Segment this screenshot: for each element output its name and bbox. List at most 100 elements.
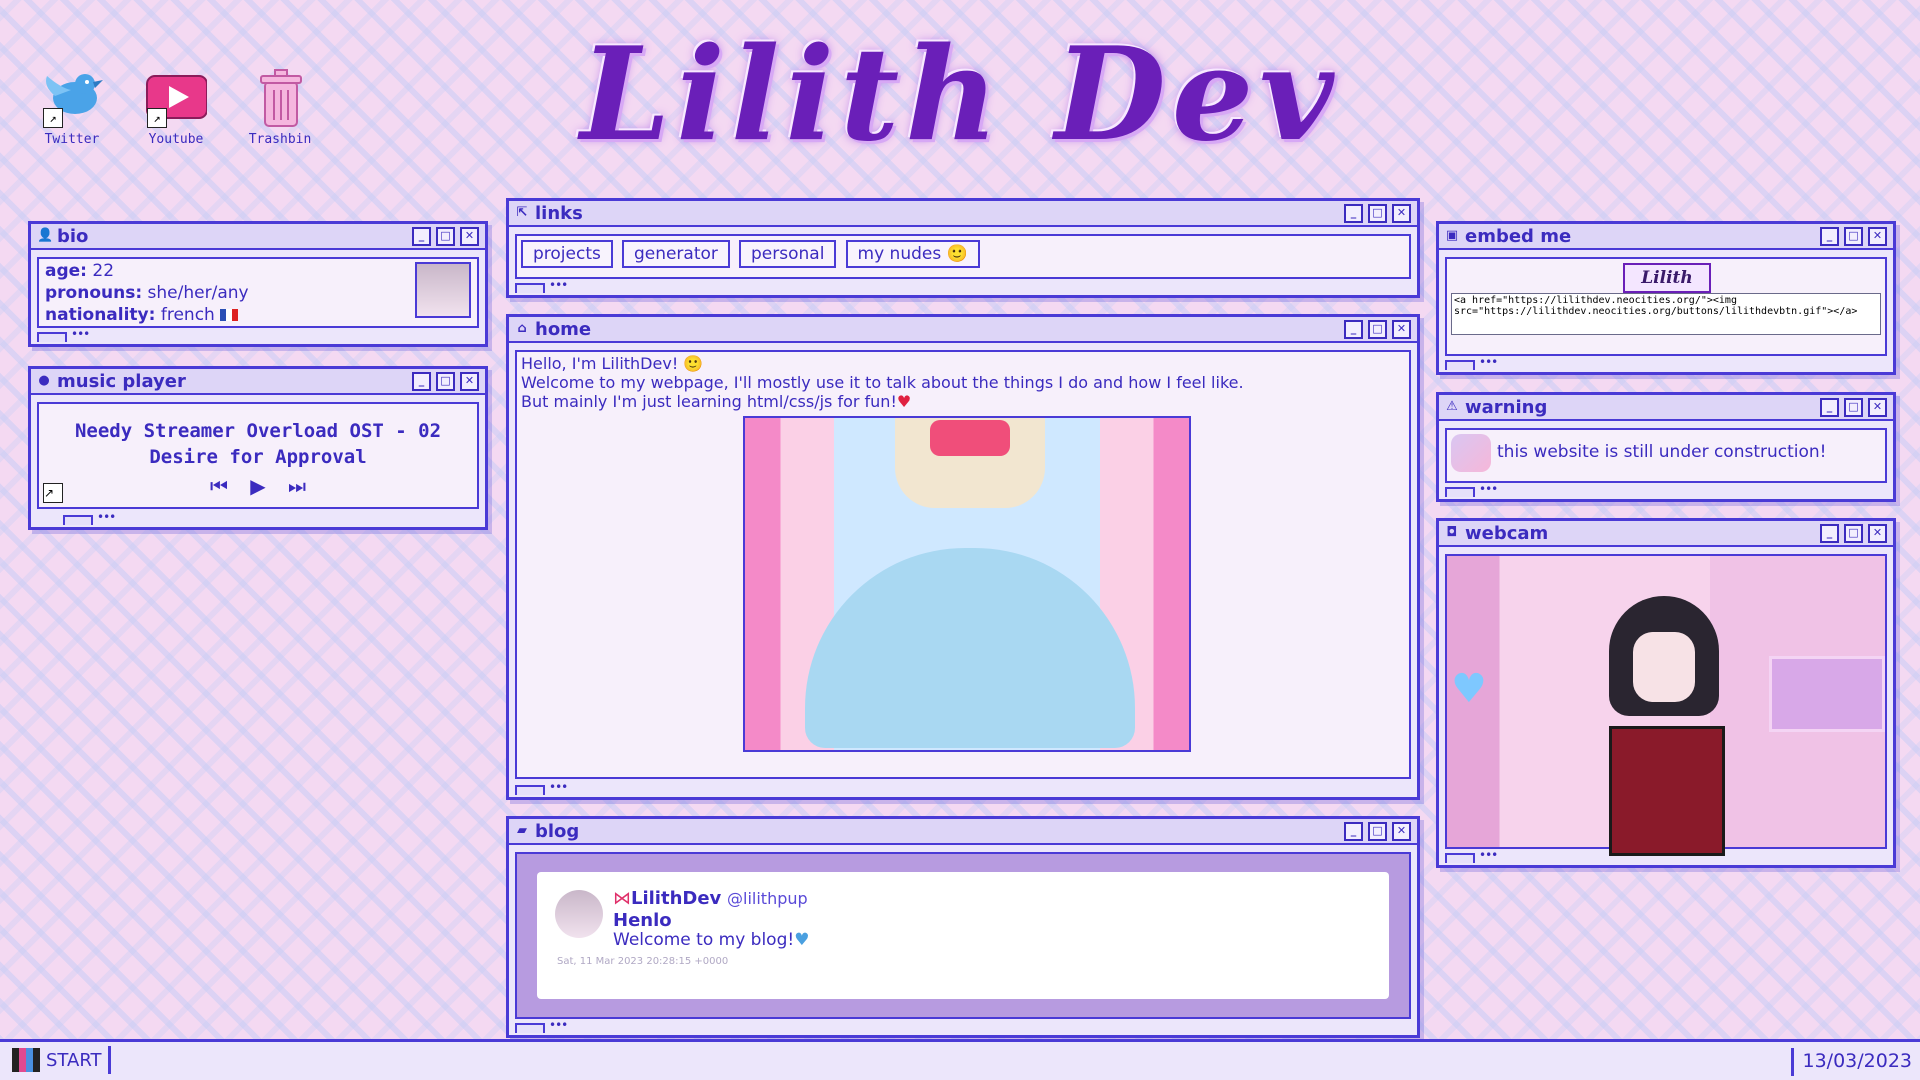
disc-icon: ● — [38, 373, 50, 388]
blog-window: ▰ blog _ □ ✕ ⋈LilithDev @lilithpup Henlo… — [506, 816, 1420, 1038]
blog-title: blog — [535, 820, 580, 842]
construction-sticker-icon — [1451, 434, 1491, 472]
webcam-titlebar[interactable]: ◘ webcam _ □ ✕ — [1439, 521, 1893, 547]
blog-author-line: ⋈LilithDev @lilithpup — [613, 888, 808, 909]
blog-post-body: Welcome to my blog!♥ — [613, 930, 810, 950]
maximize-button[interactable]: □ — [1844, 226, 1863, 246]
blog-timestamp: Sat, 11 Mar 2023 20:28:15 +0000 — [557, 956, 729, 967]
resize-tab[interactable] — [37, 327, 89, 342]
next-icon[interactable]: ⏭ — [288, 474, 306, 498]
bio-title: bio — [57, 225, 89, 247]
anime-artwork — [743, 416, 1191, 752]
music-title: music player — [57, 370, 186, 392]
resize-tab[interactable] — [1445, 355, 1497, 370]
link-generator[interactable]: generator — [621, 240, 730, 268]
maximize-button[interactable]: □ — [1368, 203, 1387, 223]
start-logo-icon — [12, 1048, 40, 1072]
links-title: links — [535, 202, 583, 224]
home-window: ⌂ home _ □ ✕ Hello, I'm LilithDev! 🙂 Wel… — [506, 314, 1420, 800]
heart-icon: ♥ — [794, 930, 810, 950]
close-button[interactable]: ✕ — [460, 371, 479, 391]
close-button[interactable]: ✕ — [460, 226, 479, 246]
bio-body: age: 22 pronouns: she/her/any nationalit… — [37, 257, 479, 328]
close-button[interactable]: ✕ — [1868, 397, 1887, 417]
site-button[interactable]: Lilith — [1623, 263, 1711, 293]
music-titlebar[interactable]: ● music player _ □ ✕ — [31, 369, 485, 395]
minimize-button[interactable]: _ — [412, 226, 431, 246]
maximize-button[interactable]: □ — [1844, 523, 1863, 543]
bio-pronouns: pronouns: she/her/any — [45, 283, 249, 303]
blog-post-card[interactable]: ⋈LilithDev @lilithpup Henlo Welcome to m… — [537, 872, 1389, 999]
home-titlebar[interactable]: ⌂ home _ □ ✕ — [509, 317, 1417, 343]
monitor-icon — [1769, 656, 1885, 732]
link-my-nudes[interactable]: my nudes 🙂 — [845, 240, 980, 268]
taskbar: START 13/03/2023 — [0, 1039, 1920, 1080]
home-title: home — [535, 318, 592, 340]
embed-code-textarea[interactable]: <a href="https://lilithdev.neocities.org… — [1451, 293, 1881, 335]
minimize-button[interactable]: _ — [1344, 203, 1363, 223]
play-icon[interactable]: ▶ — [250, 474, 265, 498]
heart-balloons-icon: ♥ — [1451, 666, 1487, 712]
taskbar-clock: 13/03/2023 — [1791, 1048, 1912, 1076]
minimize-button[interactable]: _ — [412, 371, 431, 391]
webcam-icon: ◘ — [1446, 525, 1458, 540]
minimize-button[interactable]: _ — [1344, 821, 1363, 841]
music-player-window: ● music player _ □ ✕ Needy Streamer Over… — [28, 366, 488, 530]
warning-title: warning — [1465, 396, 1548, 418]
home-learning: But mainly I'm just learning html/css/js… — [521, 392, 912, 411]
minimize-button[interactable]: _ — [1344, 319, 1363, 339]
resize-tab[interactable] — [63, 510, 115, 525]
embed-window: ▣ embed me _ □ ✕ Lilith <a href="https:/… — [1436, 221, 1896, 375]
minimize-button[interactable]: _ — [1820, 397, 1839, 417]
player-controls: ⏮ ▶ ⏭ — [39, 474, 477, 498]
france-flag-icon — [220, 309, 239, 321]
bow-icon: ⋈ — [613, 888, 631, 909]
maximize-button[interactable]: □ — [436, 226, 455, 246]
resize-tab[interactable] — [515, 780, 567, 795]
smiley-icon: 🙂 — [683, 354, 704, 373]
heart-icon: ♥ — [896, 392, 912, 411]
close-button[interactable]: ✕ — [1868, 523, 1887, 543]
bio-titlebar[interactable]: 👤 bio _ □ ✕ — [31, 224, 485, 250]
shortcut-arrow-icon[interactable]: ↗ — [43, 483, 63, 503]
blog-body: ⋈LilithDev @lilithpup Henlo Welcome to m… — [515, 852, 1411, 1019]
minimize-button[interactable]: _ — [1820, 226, 1839, 246]
warning-text: this website is still under construction… — [1497, 442, 1827, 462]
home-intro: Welcome to my webpage, I'll mostly use i… — [521, 373, 1244, 392]
minimize-button[interactable]: _ — [1820, 523, 1839, 543]
previous-icon[interactable]: ⏮ — [210, 474, 228, 498]
start-label: START — [46, 1049, 102, 1071]
maximize-button[interactable]: □ — [1844, 397, 1863, 417]
resize-tab[interactable] — [1445, 482, 1497, 497]
close-button[interactable]: ✕ — [1392, 821, 1411, 841]
warning-titlebar[interactable]: ⚠ warning _ □ ✕ — [1439, 395, 1893, 421]
close-button[interactable]: ✕ — [1868, 226, 1887, 246]
close-button[interactable]: ✕ — [1392, 319, 1411, 339]
blog-titlebar[interactable]: ▰ blog _ □ ✕ — [509, 819, 1417, 845]
embed-icon: ▣ — [1445, 228, 1459, 243]
blog-post-title: Henlo — [613, 910, 672, 931]
resize-tab[interactable] — [515, 278, 567, 293]
resize-tab[interactable] — [1445, 848, 1497, 863]
close-button[interactable]: ✕ — [1392, 203, 1411, 223]
blog-author: LilithDev — [631, 888, 722, 909]
home-body: Hello, I'm LilithDev! 🙂 Welcome to my we… — [515, 350, 1411, 779]
embed-titlebar[interactable]: ▣ embed me _ □ ✕ — [1439, 224, 1893, 250]
bow-icon — [930, 420, 1010, 456]
maximize-button[interactable]: □ — [1368, 319, 1387, 339]
links-body: projects generator personal my nudes 🙂 — [515, 234, 1411, 279]
embed-body: Lilith <a href="https://lilithdev.neocit… — [1445, 257, 1887, 356]
avatar — [415, 262, 471, 318]
link-personal[interactable]: personal — [739, 240, 837, 268]
link-projects[interactable]: projects — [521, 240, 613, 268]
maximize-button[interactable]: □ — [1368, 821, 1387, 841]
start-button[interactable]: START — [6, 1046, 111, 1074]
webcam-window: ◘ webcam _ □ ✕ ♥ — [1436, 518, 1896, 868]
links-titlebar[interactable]: ⇱ links _ □ ✕ — [509, 201, 1417, 227]
warning-window: ⚠ warning _ □ ✕ this website is still un… — [1436, 392, 1896, 502]
house-icon: ⌂ — [517, 321, 527, 336]
resize-tab[interactable] — [515, 1018, 567, 1033]
embed-title: embed me — [1465, 225, 1572, 247]
maximize-button[interactable]: □ — [436, 371, 455, 391]
webcam-title: webcam — [1465, 522, 1549, 544]
